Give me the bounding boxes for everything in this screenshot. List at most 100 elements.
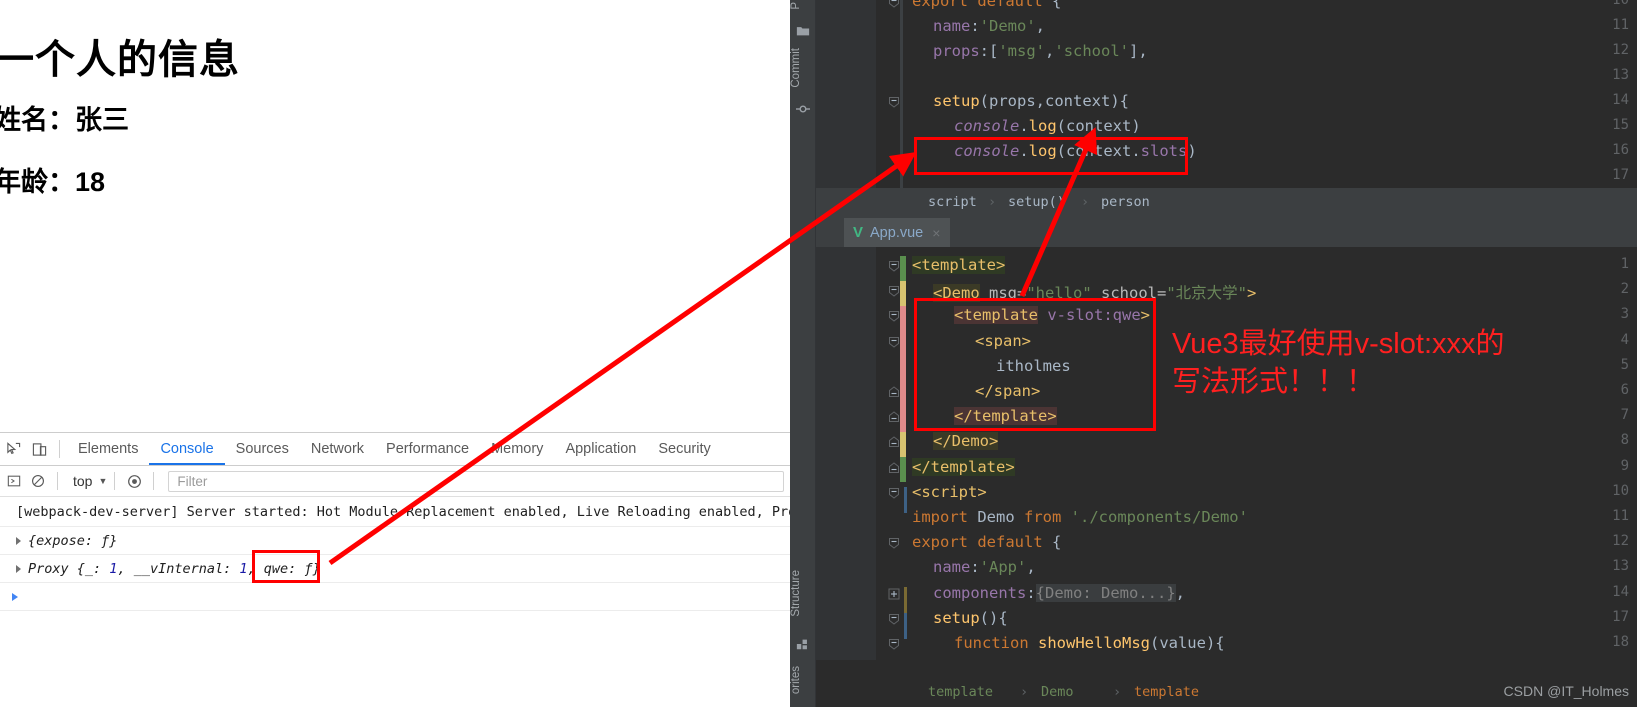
browser-window: 一个人的信息 姓名：张三 年龄：18 Elements Console Sour… [0, 0, 790, 707]
code-line[interactable]: </template> [912, 457, 1015, 476]
code-line[interactable]: name:'Demo', [933, 17, 1045, 35]
console-message-text: [webpack-dev-server] Server started: Hot… [16, 503, 790, 520]
code-line[interactable]: components:{Demo: Demo...}, [933, 583, 1185, 602]
devtools-tab-console[interactable]: Console [149, 433, 225, 465]
line-number: 15 [1612, 117, 1629, 133]
breadcrumb-item-demo[interactable]: Demo [1041, 684, 1074, 700]
line-number: 7 [1620, 407, 1629, 424]
code-fold-toggle[interactable] [888, 435, 900, 448]
breadcrumb-item-template[interactable]: template [928, 684, 993, 700]
editor-tab-app-vue[interactable]: V App.vue × [844, 218, 951, 247]
device-toolbar-icon[interactable] [26, 436, 52, 462]
execute-icon[interactable] [2, 469, 26, 493]
annotation-text-line1: Vue3最好使用v-slot:xxx的 [1172, 328, 1505, 360]
tool-window-favorites-label[interactable]: orites [790, 666, 816, 694]
filterbar-divider-3 [153, 472, 155, 490]
code-fold-toggle[interactable] [888, 587, 900, 600]
breadcrumb-item-person[interactable]: person [1101, 194, 1150, 210]
console-prompt-row[interactable] [0, 583, 790, 611]
breadcrumb-item-setup[interactable]: setup() [1008, 194, 1065, 210]
devtools-tab-sources[interactable]: Sources [225, 433, 300, 465]
code-fold-toggle[interactable] [888, 637, 900, 650]
devtools-tab-application[interactable]: Application [554, 433, 647, 465]
prompt-caret-icon [12, 592, 18, 601]
expand-triangle-icon[interactable] [16, 536, 21, 545]
toolbar-divider [59, 440, 60, 458]
annotation-box-console-slots [914, 137, 1188, 175]
watermark: CSDN @IT_Holmes [1503, 683, 1629, 699]
code-line[interactable]: props:['msg','school'], [933, 42, 1148, 60]
code-fold-toggle[interactable] [888, 335, 900, 348]
commit-icon[interactable] [796, 102, 810, 116]
code-fold-toggle[interactable] [888, 259, 900, 272]
code-fold-toggle[interactable] [888, 461, 900, 473]
annotation-box-qwe [252, 550, 320, 583]
eye-icon[interactable] [122, 469, 146, 493]
top-editor-gutter [816, 0, 876, 188]
console-filter-bar: top ▼ Filter [0, 466, 790, 497]
console-object-row-2[interactable]: Proxy {_: 1, __vInternal: 1, qwe: ƒ} [0, 555, 790, 583]
breadcrumb-item-script[interactable]: script [928, 194, 977, 210]
context-selector[interactable]: top ▼ [65, 473, 107, 489]
line-number: 13 [1612, 558, 1629, 575]
line-number: 2 [1620, 281, 1629, 298]
inspect-element-icon[interactable] [0, 436, 26, 462]
line-number: 10 [1612, 0, 1629, 8]
console-filter-input[interactable]: Filter [168, 470, 784, 492]
code-line[interactable]: setup(){ [933, 609, 1008, 627]
line-number: 16 [1612, 142, 1629, 158]
code-fold-toggle[interactable] [888, 284, 900, 297]
line-number: 3 [1620, 306, 1629, 323]
clear-console-icon[interactable] [26, 469, 50, 493]
tool-window-project-label[interactable]: P [790, 2, 816, 10]
line-number: 1 [1620, 256, 1629, 272]
code-line[interactable]: function showHelloMsg(value){ [954, 634, 1225, 652]
page-name-line: 姓名：张三 [0, 105, 129, 135]
line-number: 9 [1620, 457, 1629, 474]
code-fold-toggle[interactable] [888, 536, 900, 549]
code-fold-toggle[interactable] [888, 309, 900, 323]
code-line[interactable]: import Demo from './components/Demo' [912, 508, 1248, 526]
page-age-line: 年龄：18 [0, 167, 106, 197]
console-output: [webpack-dev-server] Server started: Hot… [0, 497, 790, 611]
tool-window-structure-label[interactable]: Structure [790, 570, 816, 617]
code-line[interactable]: export default { [912, 0, 1061, 10]
breadcrumb-sep-2: › [1081, 193, 1090, 210]
screenshot-root: 一个人的信息 姓名：张三 年龄：18 Elements Console Sour… [0, 0, 1637, 707]
breadcrumb-item-template-2[interactable]: template [1134, 684, 1199, 700]
devtools-tab-network[interactable]: Network [300, 433, 375, 465]
console-object-text: {expose: ƒ} [28, 532, 118, 549]
code-line[interactable]: <template> [912, 256, 1006, 274]
line-number: 12 [1612, 533, 1629, 550]
code-line[interactable]: </Demo> [933, 432, 999, 451]
structure-icon[interactable] [796, 637, 810, 651]
line-number: 17 [1612, 608, 1629, 625]
line-number: 14 [1612, 583, 1629, 600]
line-number: 10 [1612, 482, 1629, 499]
code-line[interactable]: setup(props,context){ [933, 92, 1129, 110]
breadcrumb-sep-3: › [1020, 684, 1029, 700]
code-fold-toggle[interactable] [888, 410, 900, 423]
console-object-row-1[interactable]: {expose: ƒ} [0, 527, 790, 555]
tool-window-commit-label[interactable]: Commit [790, 48, 816, 88]
code-fold-toggle[interactable] [888, 486, 900, 499]
devtools-tab-elements[interactable]: Elements [67, 433, 149, 465]
expand-triangle-icon[interactable] [16, 564, 21, 573]
code-fold-toggle[interactable] [888, 95, 900, 108]
code-fold-toggle[interactable] [888, 0, 900, 8]
code-fold-toggle[interactable] [888, 385, 900, 397]
devtools-panel: Elements Console Sources Network Perform… [0, 432, 790, 707]
code-line[interactable]: <script> [912, 483, 987, 501]
code-fold-toggle[interactable] [888, 612, 900, 625]
top-editor-breadcrumb: script › setup() › person [816, 188, 1637, 215]
code-line[interactable]: name:'App', [933, 558, 1036, 576]
devtools-tab-performance[interactable]: Performance [375, 433, 480, 465]
code-line[interactable]: export default { [912, 533, 1061, 551]
code-line[interactable]: console.log(context) [954, 117, 1141, 135]
close-icon[interactable]: × [932, 226, 940, 240]
devtools-tab-security[interactable]: Security [647, 433, 721, 465]
devtools-tab-memory[interactable]: Memory [480, 433, 554, 465]
line-number: 17 [1612, 167, 1629, 183]
vue-file-icon: V [853, 224, 864, 241]
project-folder-icon[interactable] [796, 24, 810, 38]
